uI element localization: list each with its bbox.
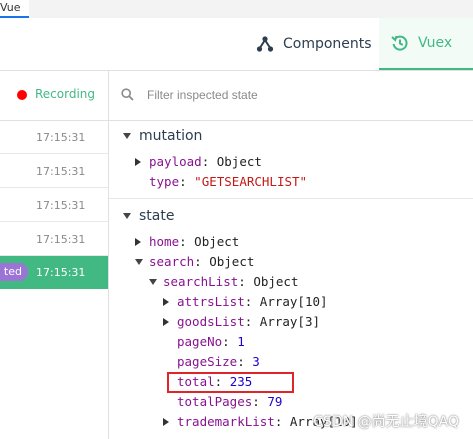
browser-tab-strip: Vue — [0, 0, 473, 19]
prop-key: home — [149, 234, 180, 249]
prop-value: Object — [216, 154, 262, 169]
prop-key: type — [149, 174, 180, 189]
collapse-arrow-icon — [149, 279, 157, 285]
prop-key: totalPages — [177, 394, 253, 409]
prop-value: Object — [209, 254, 255, 269]
attrsList-row[interactable]: attrsList: Array[10] — [163, 292, 328, 312]
watermark: CSDN @尚无止境QAQ — [313, 414, 459, 430]
prop-key: payload — [149, 154, 202, 169]
entry-badge: ted — [0, 263, 28, 281]
filter-bar — [109, 71, 473, 121]
recording-toggle[interactable]: Recording — [0, 71, 108, 121]
history-entry[interactable]: 17:15:31 — [0, 121, 108, 154]
entry-timestamp: 17:15:31 — [36, 131, 86, 144]
entry-timestamp: 17:15:31 — [36, 165, 86, 178]
mutation-history-panel: Recording 17:15:31 17:15:31 17:15:31 17:… — [0, 71, 109, 439]
payload-row[interactable]: payload: Object — [135, 152, 262, 172]
pageNo-row: pageNo: 1 — [177, 332, 245, 352]
collapse-arrow-icon — [123, 213, 131, 219]
mutation-section-title: mutation — [139, 128, 203, 144]
devtools-header: Components Vuex — [0, 18, 473, 71]
collapse-arrow-icon — [135, 259, 143, 265]
totalPages-row: totalPages: 79 — [177, 392, 282, 412]
history-entry[interactable]: 17:15:31 — [0, 155, 108, 188]
prop-value: Object — [194, 234, 240, 249]
state-inspector-panel: mutation payload: Object type: "GETSEARC… — [109, 71, 473, 439]
history-entry[interactable]: 17:15:31 — [0, 223, 108, 256]
prop-value: 3 — [252, 354, 260, 369]
entry-timestamp: 17:15:31 — [36, 266, 86, 279]
state-section-title: state — [139, 208, 175, 224]
state-section-toggle[interactable]: state — [123, 208, 174, 224]
prop-value: "GETSEARCHLIST" — [194, 174, 308, 189]
goodsList-row[interactable]: goodsList: Array[3] — [163, 312, 320, 332]
history-entry[interactable]: 17:15:31 — [0, 189, 108, 222]
collapse-arrow-icon — [123, 133, 131, 139]
mutation-section-toggle[interactable]: mutation — [123, 128, 202, 144]
prop-key: attrsList — [177, 294, 245, 309]
entry-timestamp: 17:15:31 — [36, 233, 86, 246]
pageSize-row: pageSize: 3 — [177, 352, 260, 372]
highlight-box — [167, 372, 294, 393]
search-row[interactable]: search: Object — [135, 252, 254, 272]
history-icon — [391, 35, 408, 51]
search-icon — [121, 88, 134, 101]
prop-key: trademarkList — [177, 414, 275, 429]
prop-key: search — [149, 254, 195, 269]
expand-arrow-icon — [163, 318, 169, 326]
home-row[interactable]: home: Object — [135, 232, 239, 252]
prop-key: pageSize — [177, 354, 238, 369]
section-divider — [109, 198, 473, 199]
history-entry-active[interactable]: ted 17:15:31 — [0, 256, 108, 289]
browser-tab-vue[interactable]: Vue — [0, 0, 29, 18]
prop-value: Array[10] — [259, 294, 328, 309]
prop-key: searchList — [163, 274, 239, 289]
prop-key: goodsList — [177, 314, 245, 329]
expand-arrow-icon — [135, 238, 141, 246]
prop-value: Array[3] — [259, 314, 321, 329]
type-row: type: "GETSEARCHLIST" — [149, 172, 307, 192]
record-dot-icon — [17, 90, 27, 100]
filter-state-input[interactable] — [147, 85, 447, 105]
expand-arrow-icon — [163, 298, 169, 306]
components-icon — [256, 36, 274, 52]
components-tab[interactable]: Components — [256, 18, 372, 70]
prop-value: 79 — [267, 394, 283, 409]
expand-arrow-icon — [135, 158, 141, 166]
vuex-tab[interactable]: Vuex — [379, 18, 473, 70]
prop-value: Object — [253, 274, 299, 289]
prop-value: 1 — [237, 334, 245, 349]
entry-timestamp: 17:15:31 — [36, 199, 86, 212]
recording-label: Recording — [35, 87, 96, 101]
components-tab-label: Components — [283, 36, 372, 52]
prop-key: pageNo — [177, 334, 223, 349]
searchList-row[interactable]: searchList: Object — [149, 272, 298, 292]
expand-arrow-icon — [163, 418, 169, 426]
vuex-tab-label: Vuex — [418, 35, 453, 51]
